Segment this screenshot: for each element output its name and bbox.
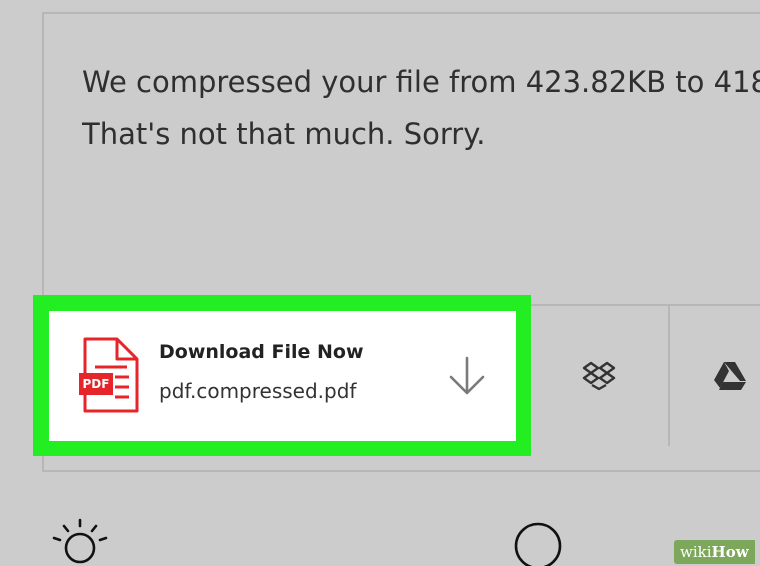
pdf-badge-label: PDF (82, 377, 110, 391)
person-icon (514, 522, 562, 566)
pdf-file-icon: PDF (79, 337, 141, 419)
compression-message-line1: We compressed your file from 423.82KB to… (82, 65, 760, 99)
wikihow-watermark: wiki How (674, 540, 755, 564)
save-to-google-drive-button[interactable] (670, 306, 760, 446)
google-drive-icon (714, 362, 746, 390)
save-to-dropbox-button[interactable] (530, 306, 670, 446)
download-filename: pdf.compressed.pdf (159, 379, 357, 403)
lightbulb-icon (52, 518, 108, 564)
dropbox-icon (582, 361, 616, 391)
download-file-button[interactable]: PDF Download File Now pdf.compressed.pdf (49, 311, 516, 441)
download-title: Download File Now (159, 341, 364, 363)
compression-message: We compressed your file from 423.82KB to… (82, 56, 760, 160)
download-arrow-icon (449, 356, 485, 395)
watermark-wiki: wiki (680, 543, 712, 561)
compression-message-line2: That's not that much. Sorry. (82, 117, 486, 151)
watermark-how: How (711, 543, 749, 561)
